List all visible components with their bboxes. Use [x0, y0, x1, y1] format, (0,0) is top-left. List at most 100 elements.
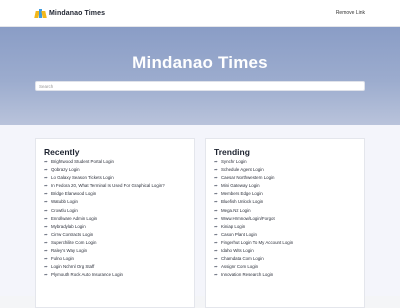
- list-item[interactable]: ➦ Plymouth Rock Auto Insurance Login: [44, 271, 165, 279]
- list-item-link[interactable]: Watubb Login: [51, 198, 78, 206]
- arrow-icon: ➦: [214, 207, 218, 213]
- arrow-icon: ➦: [214, 199, 218, 205]
- arrow-icon: ➦: [214, 159, 218, 164]
- list-item-link[interactable]: Synchr Login: [221, 158, 247, 166]
- list-item-link[interactable]: Lo Galaxy Season Tickets Login: [51, 174, 114, 182]
- arrow-icon: ➦: [44, 272, 48, 278]
- list-item[interactable]: ➦ Cason Plant Login: [214, 231, 293, 239]
- arrow-icon: ➦: [214, 256, 218, 262]
- remove-link-button[interactable]: Remove Link: [336, 10, 365, 16]
- arrow-icon: ➦: [44, 248, 48, 254]
- list-item[interactable]: ➦ Www.Hrmnow/Login/Forgot: [214, 215, 293, 223]
- list-item[interactable]: ➦ Enrollware Admin Login: [44, 215, 165, 223]
- list-item-link[interactable]: Superchilite Com Login: [51, 239, 96, 247]
- trending-title: Trending: [214, 147, 250, 157]
- arrow-icon: ➦: [214, 248, 218, 254]
- list-item-link[interactable]: Crowtlu Login: [51, 207, 78, 215]
- arrow-icon: ➦: [214, 175, 218, 181]
- arrow-icon: ➦: [214, 231, 218, 237]
- list-item[interactable]: ➦ Synchr Login: [214, 158, 293, 166]
- list-item-link[interactable]: In Fedora 20, What Terminal Is Used For …: [51, 182, 165, 190]
- list-item-link[interactable]: Qobrazy Login: [51, 166, 80, 174]
- list-item[interactable]: ➦ Fulno Login: [44, 255, 165, 263]
- list-item[interactable]: ➦ Mega.Nz Login: [214, 207, 293, 215]
- trending-panel: Trending ➦ Synchr Login ➦ Schedule Agent Lo…: [205, 138, 365, 308]
- list-item[interactable]: ➦ Bridge Elanwood Login: [44, 190, 165, 198]
- arrow-icon: ➦: [44, 264, 48, 270]
- arrow-icon: ➦: [44, 256, 48, 262]
- list-item[interactable]: ➦ Kiniap Login: [214, 223, 293, 231]
- arrow-icon: ➦: [214, 191, 218, 197]
- list-item-link[interactable]: Innovation Research Login: [221, 271, 273, 279]
- list-item-link[interactable]: Login Nchrnl Org Staff: [51, 263, 94, 271]
- list-item[interactable]: ➦ Lo Galaxy Season Tickets Login: [44, 174, 165, 182]
- list-item-link[interactable]: Plymouth Rock Auto Insurance Login: [51, 271, 123, 279]
- list-item-link[interactable]: Kiniap Login: [221, 223, 245, 231]
- list-item[interactable]: ➦ Raley's Way Login: [44, 247, 165, 255]
- list-item-link[interactable]: Cason Plant Login: [221, 231, 257, 239]
- list-item[interactable]: ➦ Caesar Northwestern Login: [214, 174, 293, 182]
- arrow-icon: ➦: [214, 264, 218, 270]
- list-item-link[interactable]: Assignr Com Login: [221, 263, 258, 271]
- arrow-icon: ➦: [214, 167, 218, 173]
- arrow-icon: ➦: [44, 223, 48, 229]
- list-item-link[interactable]: Fingerhut Login To My Account Login: [221, 239, 293, 247]
- arrow-icon: ➦: [214, 239, 218, 245]
- list-item-link[interactable]: Chamdata Com Login: [221, 255, 264, 263]
- arrow-icon: ➦: [44, 167, 48, 173]
- list-item[interactable]: ➦ Fingerhut Login To My Account Login: [214, 239, 293, 247]
- list-item-link[interactable]: Fulno Login: [51, 255, 74, 263]
- arrow-icon: ➦: [44, 183, 48, 189]
- arrow-icon: ➦: [44, 231, 48, 237]
- list-item[interactable]: ➦ Assignr Com Login: [214, 263, 293, 271]
- list-item-link[interactable]: Caesar Northwestern Login: [221, 174, 274, 182]
- list-item[interactable]: ➦ Mini Gateway Login: [214, 182, 293, 190]
- arrow-icon: ➦: [44, 175, 48, 181]
- list-item-link[interactable]: Mega.Nz Login: [221, 207, 251, 215]
- arrow-icon: ➦: [44, 239, 48, 245]
- list-item-link[interactable]: Www.Hrmnow/Login/Forgot: [221, 215, 275, 223]
- list-item[interactable]: ➦ Superchilite Com Login: [44, 239, 165, 247]
- list-item[interactable]: ➦ Bluefish Unlock Login: [214, 198, 293, 206]
- logo-text: Mindanao Times: [49, 9, 106, 17]
- list-item[interactable]: ➦ Login Nchrnl Org Staff: [44, 263, 165, 271]
- list-item[interactable]: ➦ In Fedora 20, What Terminal Is Used For…: [44, 182, 165, 190]
- arrow-icon: ➦: [44, 159, 48, 164]
- list-item[interactable]: ➦ Crowtlu Login: [44, 207, 165, 215]
- arrow-icon: ➦: [44, 191, 48, 197]
- arrow-icon: ➦: [214, 223, 218, 229]
- top-navbar: Mindanao Times Remove Link: [0, 0, 400, 27]
- list-item[interactable]: ➦ Chamdata Com Login: [214, 255, 293, 263]
- list-item-link[interactable]: Brightwood Student Portal Login: [51, 158, 114, 166]
- arrow-icon: ➦: [214, 215, 218, 221]
- arrow-icon: ➦: [214, 272, 218, 278]
- list-item-link[interactable]: Mybradylab Login: [51, 223, 86, 231]
- search-input[interactable]: [35, 81, 365, 91]
- list-item-link[interactable]: Members Edge Login: [221, 190, 263, 198]
- list-item-link[interactable]: Schedule Agent Login: [221, 166, 264, 174]
- list-item[interactable]: ➦ Mybradylab Login: [44, 223, 165, 231]
- list-item-link[interactable]: Idaho Wits Login: [221, 247, 254, 255]
- recently-list: ➦ Brightwood Student Portal Login ➦ Qobrazy…: [44, 158, 165, 279]
- list-item-link[interactable]: Mini Gateway Login: [221, 182, 260, 190]
- arrow-icon: ➦: [44, 199, 48, 205]
- list-item-link[interactable]: Bluefish Unlock Login: [221, 198, 263, 206]
- list-item[interactable]: ➦ Idaho Wits Login: [214, 247, 293, 255]
- arrow-icon: ➦: [44, 215, 48, 221]
- list-item-link[interactable]: Enrollware Admin Login: [51, 215, 97, 223]
- list-item-link[interactable]: Raley's Way Login: [51, 247, 87, 255]
- list-item[interactable]: ➦ Qobrazy Login: [44, 166, 165, 174]
- arrow-icon: ➦: [44, 207, 48, 213]
- arrow-icon: ➦: [214, 183, 218, 189]
- list-item[interactable]: ➦ Brightwood Student Portal Login: [44, 158, 165, 166]
- list-item[interactable]: ➦ Watubb Login: [44, 198, 165, 206]
- site-logo[interactable]: Mindanao Times: [34, 8, 106, 18]
- list-item[interactable]: ➦ Schedule Agent Login: [214, 166, 293, 174]
- recently-panel: Recently ➦ Brightwood Student Portal Logi…: [35, 138, 195, 308]
- list-item[interactable]: ➦ Members Edge Login: [214, 190, 293, 198]
- list-item-link[interactable]: Bridge Elanwood Login: [51, 190, 96, 198]
- recently-title: Recently: [44, 147, 80, 157]
- list-item[interactable]: ➦ Innovation Research Login: [214, 271, 293, 279]
- list-item[interactable]: ➦ Cirrw Contracts Login: [44, 231, 165, 239]
- list-item-link[interactable]: Cirrw Contracts Login: [51, 231, 93, 239]
